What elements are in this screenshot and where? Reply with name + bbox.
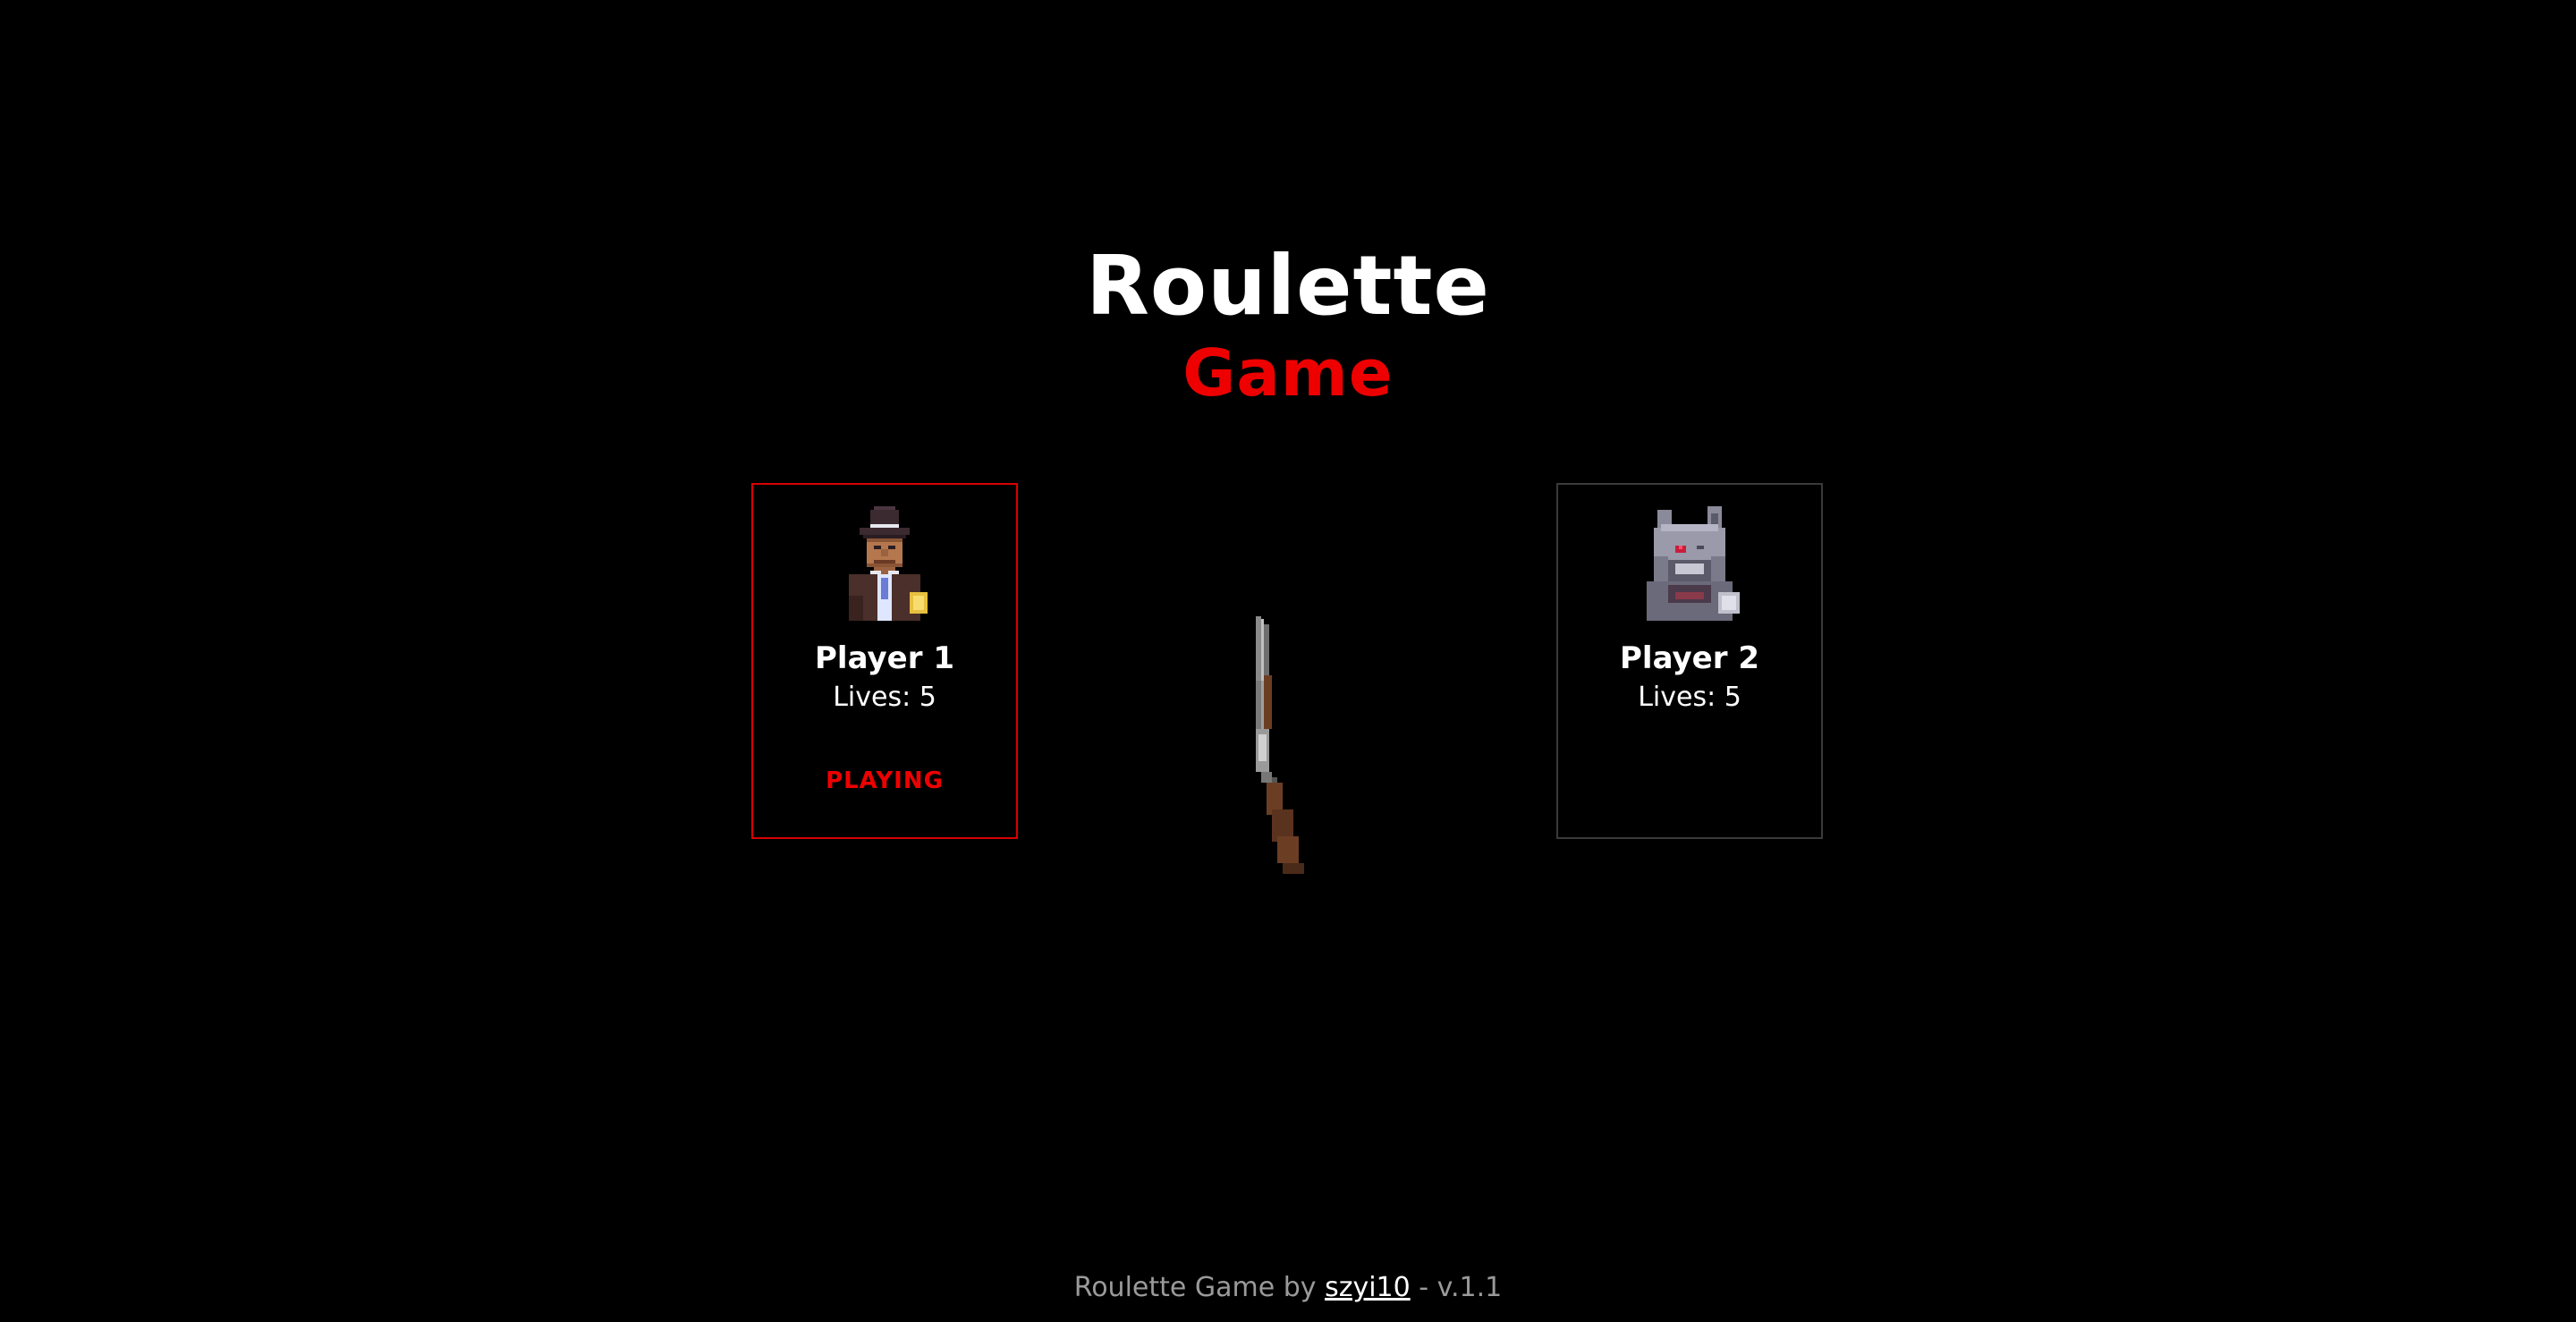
player-1-status-badge: PLAYING: [826, 767, 944, 794]
author-link[interactable]: szyi10: [1325, 1272, 1411, 1303]
player-1-card: Player 1 Lives: 5 PLAYING: [751, 483, 1018, 839]
robot-wolf-avatar-icon: [1647, 506, 1740, 621]
player-2-name: Player 2: [1620, 640, 1759, 676]
player-2-lives: Lives: 5: [1638, 682, 1741, 713]
game-screen: Roulette Game Player 1 Lives: 5 PLAYING …: [0, 0, 2576, 1322]
player-1-name: Player 1: [815, 640, 954, 676]
game-title: Roulette: [1086, 238, 1490, 334]
footer-version: - v.1.1: [1410, 1272, 1503, 1303]
shotgun-icon[interactable]: [1256, 615, 1309, 875]
player-2-card: Player 2 Lives: 5: [1556, 483, 1823, 839]
game-subtitle: Game: [1182, 335, 1394, 411]
footer-prefix: Roulette Game by: [1073, 1272, 1326, 1303]
title-block: Roulette Game: [0, 237, 2576, 411]
player-1-lives: Lives: 5: [833, 682, 936, 713]
gangster-fedora-avatar-icon: [849, 506, 928, 621]
footer-credits: Roulette Game by szyi10 - v.1.1: [0, 1270, 2576, 1306]
